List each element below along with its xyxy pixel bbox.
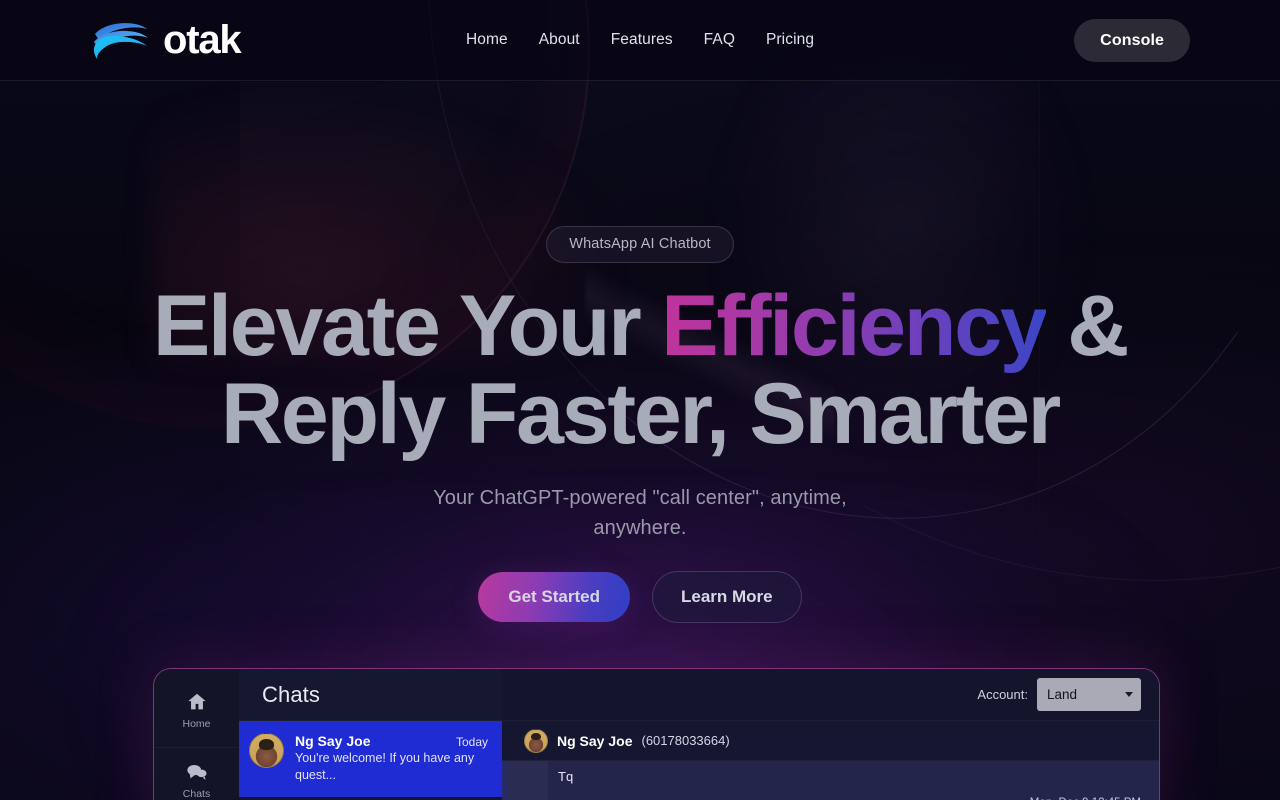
- console-button[interactable]: Console: [1074, 18, 1190, 62]
- mockup-conversation-pane: Account: Land Ng Say Joe (60178033664) T…: [502, 669, 1159, 800]
- nav-item-home[interactable]: Home: [466, 31, 508, 49]
- sidebar-item-chats[interactable]: Chats: [154, 747, 239, 800]
- headline-line-2: Reply Faster, Smarter: [220, 366, 1061, 462]
- hero-cta-row: Get Started Learn More: [0, 571, 1280, 623]
- hero-badge[interactable]: WhatsApp AI Chatbot: [546, 226, 734, 263]
- avatar: [524, 728, 548, 753]
- hero-subtitle: Your ChatGPT-powered "call center", anyt…: [433, 487, 847, 539]
- avatar: [249, 733, 284, 768]
- chat-item-time: Today: [455, 735, 488, 749]
- conversation-toolbar: Account: Land: [502, 669, 1159, 721]
- get-started-button[interactable]: Get Started: [478, 572, 630, 622]
- mockup-sidebar: Home Chats: [154, 669, 239, 800]
- hero-section: WhatsApp AI Chatbot Elevate Your Efficie…: [0, 81, 1280, 623]
- chat-bubbles-icon: [186, 765, 207, 780]
- sidebar-item-home-label: Home: [182, 717, 211, 730]
- chevron-down-icon: [1125, 692, 1133, 697]
- conversation-gutter: [508, 761, 548, 800]
- sidebar-item-home[interactable]: Home: [154, 679, 239, 741]
- account-label: Account:: [977, 687, 1028, 702]
- account-select[interactable]: Land: [1037, 678, 1141, 711]
- nav-item-features[interactable]: Features: [611, 31, 673, 49]
- nav-item-faq[interactable]: FAQ: [704, 31, 735, 49]
- message-bubble: Tq Mon, Dec 9 12:45 PM: [548, 761, 1159, 800]
- page-root: otak Home About Features FAQ Pricing Con…: [0, 0, 1280, 800]
- learn-more-button[interactable]: Learn More: [652, 571, 802, 623]
- list-item[interactable]: Ng Say Joe Today You're welcome! If you …: [239, 721, 502, 797]
- chat-list-header: Chats: [239, 669, 502, 721]
- mockup-chat-list: Chats Ng Say Joe Today You're welcome! I…: [239, 669, 502, 800]
- account-select-value: Land: [1047, 687, 1078, 702]
- nav-item-pricing[interactable]: Pricing: [766, 31, 814, 49]
- nav-item-about[interactable]: About: [539, 31, 580, 49]
- site-header: otak Home About Features FAQ Pricing Con…: [0, 0, 1280, 81]
- headline-gradient-word: Efficiency: [661, 278, 1047, 374]
- conversation-body: Tq Mon, Dec 9 12:45 PM: [502, 761, 1159, 800]
- app-screenshot-mockup: Home Chats Chats Ng Say Joe Today You're…: [153, 668, 1160, 800]
- sidebar-item-chats-label: Chats: [182, 788, 211, 800]
- chat-list-title: Chats: [262, 681, 320, 707]
- home-icon: [187, 693, 206, 709]
- page-title: Elevate Your Efficiency & Reply Faster, …: [0, 283, 1280, 457]
- chat-item-preview: You're welcome! If you have any quest...: [295, 751, 475, 782]
- headline-part-1: Elevate Your: [152, 278, 662, 374]
- message-text: Tq: [558, 769, 574, 784]
- conversation-header: Ng Say Joe (60178033664): [502, 721, 1159, 761]
- chat-item-name: Ng Say Joe: [295, 733, 371, 749]
- conversation-contact-name: Ng Say Joe: [557, 732, 633, 749]
- conversation-contact-phone: (60178033664): [641, 733, 730, 748]
- headline-part-2: &: [1045, 278, 1129, 374]
